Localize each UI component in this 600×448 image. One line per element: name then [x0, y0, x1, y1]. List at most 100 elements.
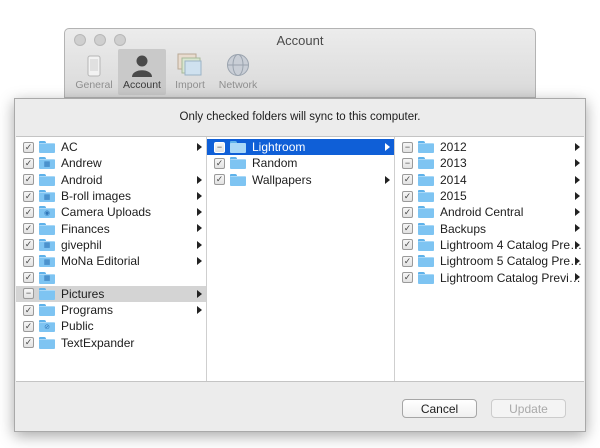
disclosure-arrow-icon	[385, 143, 390, 151]
folder-name: Lightroom 4 Catalog Pre…	[440, 237, 583, 252]
folder-column-1[interactable]: ✓ AC ✓ ▦ Andrew ✓ Android ✓ ▦ B-roll images ✓ ◉ Came…	[16, 137, 206, 381]
folder-name: AC	[61, 140, 78, 155]
folder-icon	[418, 141, 434, 154]
disclosure-arrow-icon	[197, 289, 202, 298]
folder-checkbox[interactable]: ✓	[23, 223, 34, 235]
tab-import[interactable]: Import	[166, 49, 214, 95]
folder-row[interactable]: ✓ 2015	[395, 188, 584, 204]
folder-name: Lightroom 5 Catalog Pre…	[440, 254, 583, 269]
folder-name: 2015	[440, 189, 467, 204]
folder-name: givephil	[61, 237, 102, 252]
folder-row[interactable]: ✓ Lightroom Catalog Previ…	[395, 269, 584, 285]
folder-icon	[39, 173, 55, 186]
folder-checkbox[interactable]: ✓	[214, 174, 225, 186]
folder-checkbox[interactable]: ✓	[402, 190, 413, 202]
mixed-checkbox[interactable]: −	[402, 141, 413, 153]
folder-name: Programs	[61, 303, 114, 318]
folder-name: 2014	[440, 172, 467, 187]
folder-checkbox[interactable]: ✓	[23, 272, 34, 284]
folder-icon	[418, 173, 434, 186]
disclosure-arrow-icon	[197, 240, 202, 249]
folder-checkbox[interactable]: ✓	[23, 304, 34, 316]
folder-checkbox[interactable]: ✓	[23, 157, 34, 169]
folder-row[interactable]: ✓ ▦ B-roll images	[16, 188, 206, 204]
folder-row[interactable]: ✓ AC	[16, 139, 206, 155]
mixed-checkbox[interactable]: −	[214, 141, 225, 153]
folder-row[interactable]: ✓ Android Central	[395, 204, 584, 220]
folder-checkbox[interactable]: ✓	[23, 174, 34, 186]
folder-row[interactable]: ✓ Lightroom 5 Catalog Pre…	[395, 253, 584, 269]
folder-row[interactable]: ✓ Lightroom 4 Catalog Pre…	[395, 237, 584, 253]
folder-checkbox[interactable]: ✓	[23, 337, 34, 349]
tab-import-label: Import	[175, 79, 205, 91]
folder-checkbox[interactable]: ✓	[23, 320, 34, 332]
folder-icon: ▦	[39, 157, 55, 170]
folder-checkbox[interactable]: ✓	[214, 157, 225, 169]
folder-row[interactable]: ✓ 2014	[395, 172, 584, 188]
tab-account[interactable]: Account	[118, 49, 166, 95]
folder-icon	[418, 206, 434, 219]
folder-name: Public	[61, 319, 94, 334]
folder-row[interactable]: ✓ Random	[207, 155, 394, 171]
disclosure-arrow-icon	[575, 257, 580, 266]
folder-name: MoNa Editorial	[61, 254, 140, 269]
cancel-button[interactable]: Cancel	[402, 399, 477, 418]
folder-checkbox[interactable]: ✓	[402, 272, 413, 284]
folder-row[interactable]: − 2013	[395, 155, 584, 171]
folder-row[interactable]: − Lightroom	[207, 139, 394, 156]
folder-row[interactable]: ✓ TextExpander	[16, 335, 206, 351]
folder-column-2[interactable]: − Lightroom ✓ Random ✓ Wallpapers	[206, 137, 394, 381]
folder-row[interactable]: − Pictures	[16, 285, 206, 302]
folder-name: Camera Uploads	[61, 205, 152, 220]
folder-checkbox[interactable]: ✓	[23, 255, 34, 267]
folder-name: 2013	[440, 156, 467, 171]
phone-icon	[87, 55, 101, 77]
folder-checkbox[interactable]: ✓	[402, 174, 413, 186]
disclosure-arrow-icon	[197, 305, 202, 314]
folder-icon	[39, 222, 55, 235]
folder-checkbox[interactable]: ✓	[23, 239, 34, 251]
tab-network[interactable]: Network	[214, 49, 262, 95]
folder-icon: ▦	[39, 271, 55, 284]
folder-row[interactable]: ✓ ⊘ Public	[16, 318, 206, 334]
folder-checkbox[interactable]: ✓	[23, 141, 34, 153]
update-button[interactable]: Update	[491, 399, 566, 418]
folder-row[interactable]: ✓ ▦ MoNa Editorial	[16, 253, 206, 269]
folder-row[interactable]: ✓ Backups	[395, 220, 584, 236]
folder-icon	[230, 173, 246, 186]
globe-icon	[227, 54, 249, 76]
folder-row[interactable]: ✓ Programs	[16, 302, 206, 318]
disclosure-arrow-icon	[197, 191, 202, 200]
folder-checkbox[interactable]: ✓	[23, 190, 34, 202]
tab-general[interactable]: General	[70, 49, 118, 95]
folder-checkbox[interactable]: ✓	[402, 206, 413, 218]
folder-row[interactable]: ✓ Finances	[16, 220, 206, 236]
folder-row[interactable]: ✓ Wallpapers	[207, 172, 394, 188]
sheet-message: Only checked folders will sync to this c…	[179, 111, 421, 123]
folder-row[interactable]: ✓ ▦ givephil	[16, 237, 206, 253]
folder-column-3[interactable]: − 2012 − 2013 ✓ 2014 ✓ 2015 ✓ Android Central ✓ Bac…	[394, 137, 584, 381]
folder-icon: ⊘	[39, 320, 55, 333]
folder-row[interactable]: − 2012	[395, 139, 584, 155]
folder-checkbox[interactable]: ✓	[402, 223, 413, 235]
folder-row[interactable]: ✓ Android	[16, 172, 206, 188]
disclosure-arrow-icon	[575, 240, 580, 249]
folder-icon	[39, 336, 55, 349]
disclosure-arrow-icon	[575, 224, 580, 233]
mixed-checkbox[interactable]: −	[402, 157, 413, 169]
folder-name: Lightroom Catalog Previ…	[440, 270, 581, 285]
folder-name: Lightroom	[252, 140, 306, 155]
folder-row[interactable]: ✓ ▦ Andrew	[16, 155, 206, 171]
folder-icon: ▦	[39, 255, 55, 268]
folder-checkbox[interactable]: ✓	[402, 255, 413, 267]
folder-row[interactable]: ✓ ▦	[16, 269, 206, 285]
folder-icon	[39, 141, 55, 154]
tab-general-label: General	[75, 79, 113, 91]
folder-row[interactable]: ✓ ◉ Camera Uploads	[16, 204, 206, 220]
folder-name: 2012	[440, 140, 467, 155]
folder-checkbox[interactable]: ✓	[402, 239, 413, 251]
mixed-checkbox[interactable]: −	[23, 288, 34, 300]
preferences-window: Account General Account Import Network	[64, 28, 536, 98]
selective-sync-sheet: Only checked folders will sync to this c…	[14, 98, 586, 432]
folder-checkbox[interactable]: ✓	[23, 206, 34, 218]
